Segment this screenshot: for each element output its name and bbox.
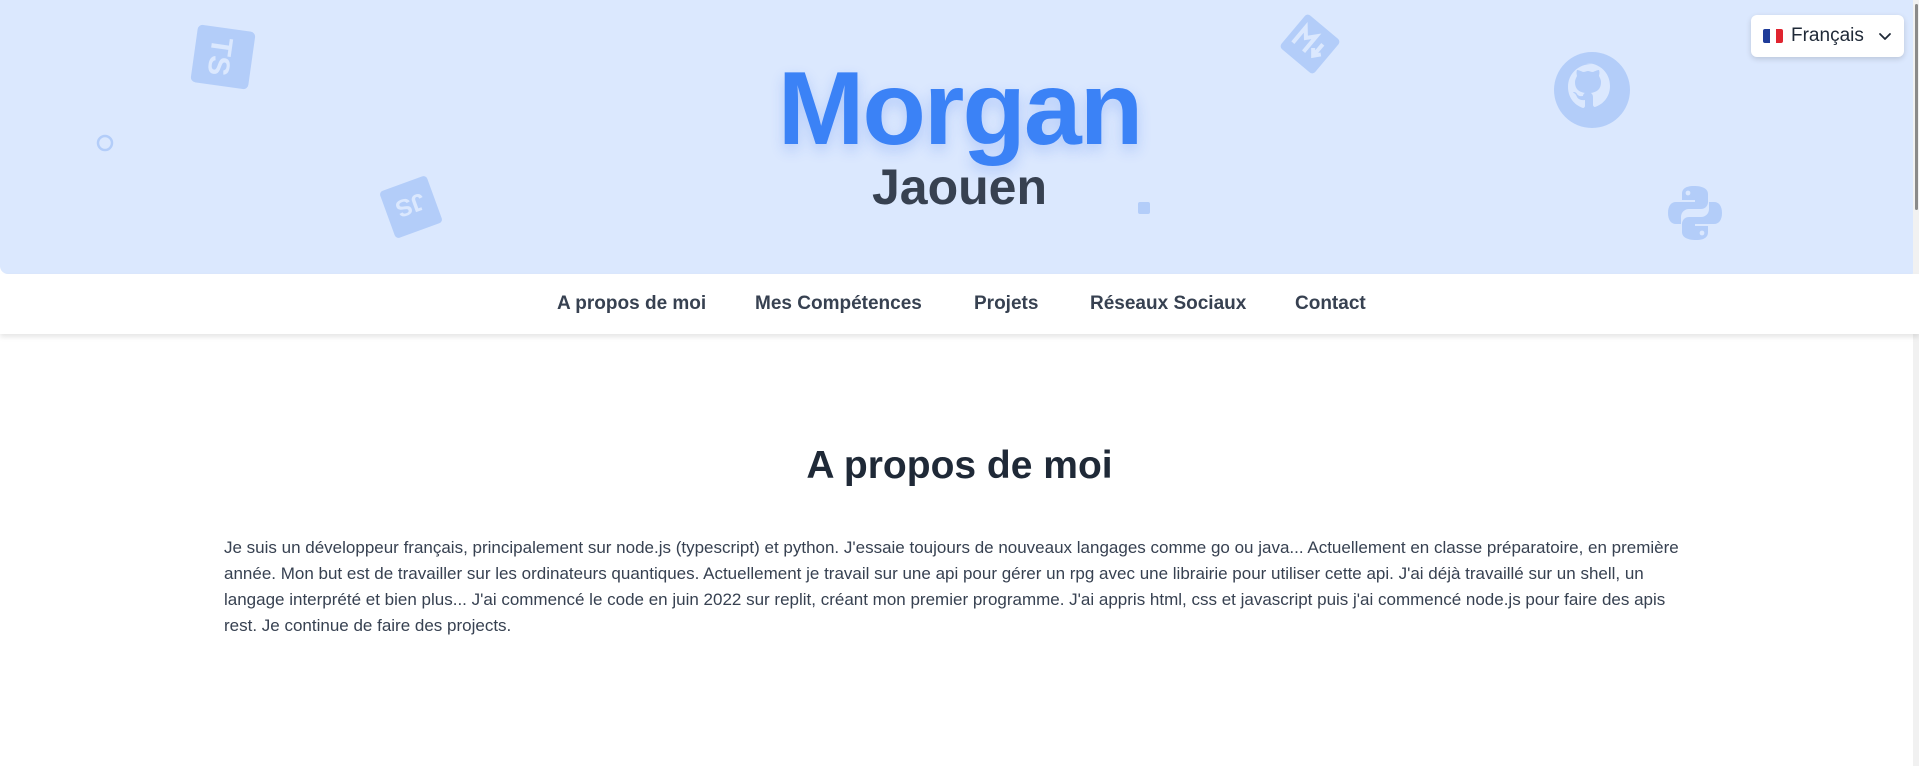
main-nav: A propos de moi Mes Compétences Projets … — [0, 274, 1919, 334]
scrollbar-thumb[interactable] — [1915, 4, 1918, 210]
hero-header: TS JS Morgan Jaouen — [0, 0, 1919, 274]
language-select-value: Français — [1791, 25, 1864, 46]
nav-link-about[interactable]: A propos de moi — [557, 274, 706, 334]
nav-link-social[interactable]: Réseaux Sociaux — [1090, 274, 1246, 334]
nav-link-projects[interactable]: Projets — [974, 274, 1038, 334]
nav-link-contact[interactable]: Contact — [1295, 274, 1366, 334]
nav-link-skills[interactable]: Mes Compétences — [755, 274, 922, 334]
chevron-down-icon — [1879, 33, 1891, 40]
hero-last-name: Jaouen — [871, 159, 1048, 215]
language-select[interactable]: Français — [1751, 15, 1904, 57]
hero-first-name: Morgan — [777, 51, 1144, 167]
page: TS JS Morgan Jaouen Français A propos de… — [0, 0, 1919, 766]
about-paragraph: Je suis un développeur français, princip… — [224, 538, 1679, 635]
scrollbar[interactable] — [1913, 0, 1919, 766]
about-title: A propos de moi — [806, 444, 1113, 487]
french-flag-icon — [1763, 29, 1783, 43]
